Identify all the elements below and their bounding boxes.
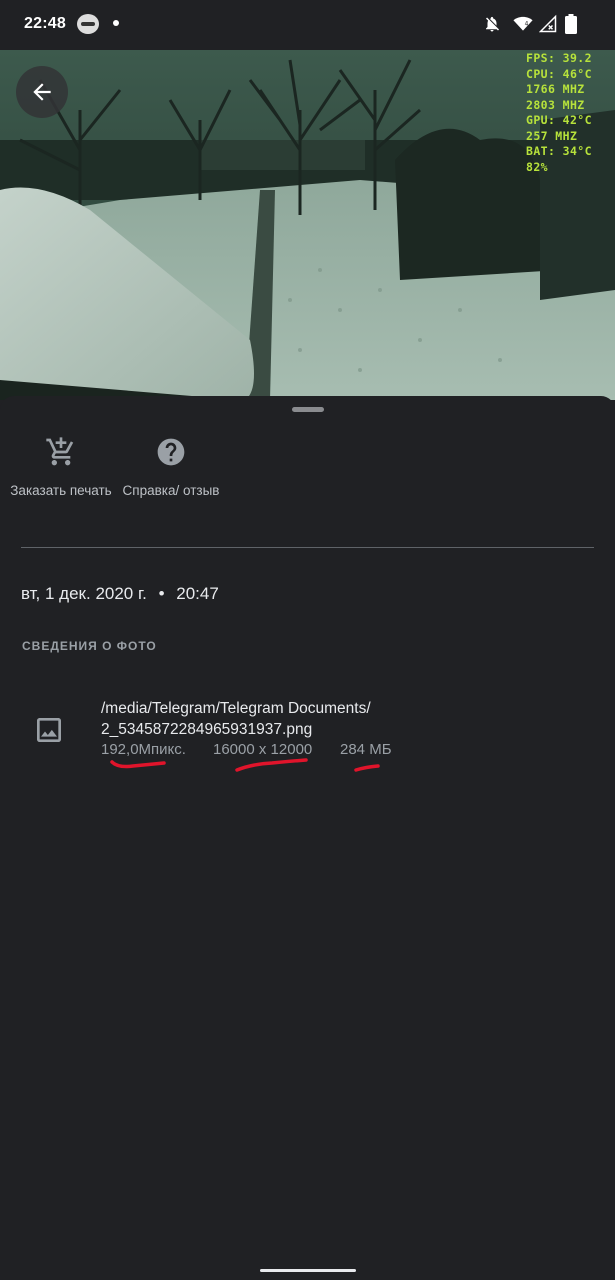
details-sheet: Заказать печать Справка/ отзыв вт, 1 дек…	[0, 396, 615, 1280]
status-icons: 4	[483, 14, 593, 36]
mem-freq: 2803 MHZ	[526, 97, 585, 112]
photo-date: вт, 1 дек. 2020 г.	[21, 584, 147, 603]
gpu-temp: GPU: 42°C	[526, 113, 592, 127]
snow-photo	[0, 50, 615, 400]
status-bar: 22:48 4	[0, 0, 615, 50]
divider	[21, 547, 594, 548]
file-size: 284 МБ	[340, 741, 392, 758]
back-button[interactable]	[16, 66, 68, 118]
wifi-icon: 4	[513, 16, 533, 31]
help-feedback-label: Справка/ отзыв	[122, 483, 220, 498]
battery-temp: BAT: 34°C	[526, 144, 592, 158]
annotation-underline-megapixels	[110, 760, 166, 769]
cart-icon	[46, 437, 74, 466]
photo-time: 20:47	[176, 584, 219, 603]
annotation-underline-resolution	[235, 758, 308, 772]
battery-icon	[565, 14, 577, 34]
help-feedback-button[interactable]: Справка/ отзыв	[116, 432, 226, 500]
section-title: СВЕДЕНИЯ О ФОТО	[22, 639, 157, 653]
file-path-line1: /media/Telegram/Telegram Documents/	[101, 700, 371, 717]
image-icon	[33, 714, 65, 751]
status-time: 22:48	[24, 15, 66, 32]
order-print-button[interactable]: Заказать печать	[6, 432, 116, 500]
signal-icon	[539, 14, 557, 33]
performance-overlay: FPS: 39.2 CPU: 46°C 1766 MHZ 2803 MHZ GP…	[526, 51, 592, 175]
photo-preview[interactable]	[0, 50, 615, 400]
cpu-temp: CPU: 46°C	[526, 66, 592, 81]
battery-level: 82%	[526, 159, 548, 174]
annotation-underline-size	[354, 764, 380, 772]
order-print-label: Заказать печать	[10, 483, 112, 498]
sheet-drag-handle[interactable]	[292, 407, 324, 412]
file-path: /media/Telegram/Telegram Documents/ 2_53…	[101, 698, 431, 740]
gesture-nav-bar[interactable]	[260, 1269, 356, 1272]
dot-icon	[113, 20, 119, 26]
bell-off-icon	[486, 16, 500, 32]
gpu-freq: 257 MHZ	[526, 128, 578, 143]
fps-readout: FPS: 39.2	[526, 51, 592, 65]
help-icon	[157, 438, 185, 466]
app-notification-icon	[77, 14, 99, 34]
arrow-back-icon	[33, 83, 51, 101]
svg-text:4: 4	[525, 22, 529, 28]
file-path-line2: 2_5345872284965931937.png	[101, 721, 313, 738]
photo-datetime: вт, 1 дек. 2020 г. • 20:47	[21, 584, 219, 604]
date-separator: •	[158, 584, 165, 603]
cpu-freq: 1766 MHZ	[526, 82, 585, 96]
